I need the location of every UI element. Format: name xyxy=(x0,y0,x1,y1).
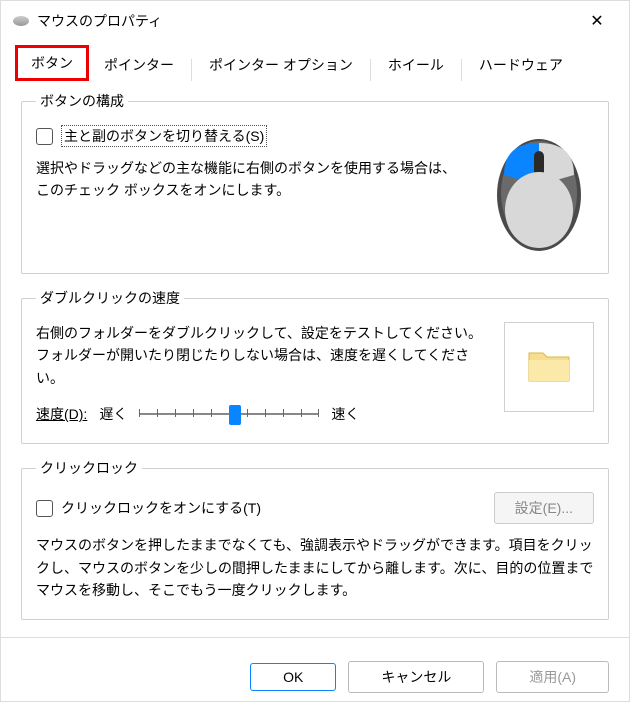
mouse-icon xyxy=(13,16,29,26)
cancel-button[interactable]: キャンセル xyxy=(348,661,484,693)
double-click-group: ダブルクリックの速度 右側のフォルダーをダブルクリックして、設定をテストしてくだ… xyxy=(21,288,609,444)
tab-buttons[interactable]: ボタン xyxy=(15,45,89,81)
titlebar: マウスのプロパティ ✕ xyxy=(1,1,629,41)
click-lock-description: マウスのボタンを押したままでなくても、強調表示やドラッグができます。項目をクリッ… xyxy=(36,534,594,601)
mouse-properties-dialog: マウスのプロパティ ✕ ボタン ポインター ポインター オプション ホイール ハ… xyxy=(0,0,630,702)
slow-label: 遅く xyxy=(99,404,127,424)
swap-buttons-checkbox[interactable] xyxy=(36,128,53,145)
tab-pointers[interactable]: ポインター xyxy=(89,48,189,81)
click-lock-group: クリックロック クリックロックをオンにする(T) 設定(E)... マウスのボタ… xyxy=(21,458,609,620)
window-title: マウスのプロパティ xyxy=(37,11,577,31)
double-click-slider[interactable] xyxy=(139,403,319,425)
tab-hardware[interactable]: ハードウェア xyxy=(464,48,578,81)
speed-label: 速度(D): xyxy=(36,404,87,424)
click-lock-settings-button: 設定(E)... xyxy=(494,492,594,524)
dialog-body: ボタンの構成 主と副のボタンを切り替える(S) 選択やドラッグなどの主な機能に右… xyxy=(1,81,629,637)
tab-pointer-options[interactable]: ポインター オプション xyxy=(194,48,368,81)
double-click-test-area[interactable] xyxy=(504,322,594,412)
tab-strip: ボタン ポインター ポインター オプション ホイール ハードウェア xyxy=(1,41,629,81)
double-click-legend: ダブルクリックの速度 xyxy=(36,288,184,308)
tab-wheel[interactable]: ホイール xyxy=(373,48,459,81)
button-config-group: ボタンの構成 主と副のボタンを切り替える(S) 選択やドラッグなどの主な機能に右… xyxy=(21,91,609,274)
button-config-legend: ボタンの構成 xyxy=(36,91,128,111)
double-click-description: 右側のフォルダーをダブルクリックして、設定をテストしてください。フォルダーが開い… xyxy=(36,322,488,389)
click-lock-legend: クリックロック xyxy=(36,458,142,478)
swap-buttons-label[interactable]: 主と副のボタンを切り替える(S) xyxy=(61,125,267,147)
button-config-description: 選択やドラッグなどの主な機能に右側のボタンを使用する場合は、このチェック ボック… xyxy=(36,157,468,202)
mouse-illustration xyxy=(484,125,594,255)
folder-icon xyxy=(527,347,571,388)
fast-label: 速く xyxy=(331,404,359,424)
ok-button[interactable]: OK xyxy=(250,663,336,691)
apply-button: 適用(A) xyxy=(496,661,609,693)
click-lock-checkbox[interactable] xyxy=(36,500,53,517)
dialog-footer: OK キャンセル 適用(A) xyxy=(1,637,629,701)
slider-thumb[interactable] xyxy=(229,405,241,425)
close-button[interactable]: ✕ xyxy=(577,5,617,37)
click-lock-label[interactable]: クリックロックをオンにする(T) xyxy=(61,498,261,518)
